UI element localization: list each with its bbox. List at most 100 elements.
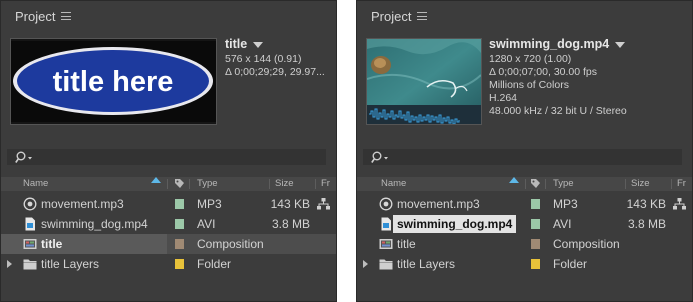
- column-header-frame-rate[interactable]: Fr: [321, 177, 330, 191]
- item-name: title Layers: [397, 257, 456, 271]
- video-file-icon: [381, 217, 391, 231]
- column-divider[interactable]: [167, 179, 168, 189]
- search-icon[interactable]: [371, 150, 393, 164]
- panel-title[interactable]: Project: [371, 9, 411, 24]
- dependency-flowchart-icon[interactable]: [317, 198, 330, 210]
- video-file-icon: [25, 217, 35, 231]
- label-color-swatch[interactable]: [175, 219, 184, 229]
- info-dimensions: 1280 x 720 (1.00): [489, 53, 572, 65]
- project-panel-right: Project swimming_dog.mp4 1280 x 720 (1.0…: [356, 0, 693, 302]
- column-header-name[interactable]: Name: [381, 177, 406, 191]
- column-divider[interactable]: [315, 179, 316, 189]
- selected-item-name[interactable]: title: [225, 37, 332, 52]
- item-type: Folder: [197, 257, 232, 271]
- label-color-swatch[interactable]: [531, 239, 540, 249]
- audio-file-icon: [379, 197, 393, 211]
- column-divider[interactable]: [269, 179, 270, 189]
- list-item[interactable]: title Layers Folder: [1, 254, 336, 274]
- column-header-name[interactable]: Name: [23, 177, 48, 191]
- panel-menu-icon[interactable]: [61, 12, 71, 20]
- column-header-frame-rate[interactable]: Fr: [677, 177, 686, 191]
- list-item[interactable]: movement.mp3 MP3 143 KB: [1, 194, 336, 214]
- item-type: MP3: [197, 197, 222, 211]
- item-size: 3.8 MB: [627, 217, 666, 231]
- info-color-depth: Millions of Colors: [489, 79, 569, 91]
- label-color-swatch[interactable]: [531, 259, 540, 269]
- column-divider[interactable]: [625, 179, 626, 189]
- list-item-selected[interactable]: title Composition: [1, 234, 336, 254]
- item-type: Folder: [553, 257, 588, 271]
- item-name: title: [41, 237, 63, 251]
- item-type: AVI: [553, 217, 572, 231]
- info-duration: Δ 0;00;07;00, 30.00 fps: [489, 66, 598, 78]
- preview-thumbnail: title here: [10, 38, 217, 125]
- column-header-size[interactable]: Size: [631, 177, 649, 191]
- column-divider[interactable]: [545, 179, 546, 189]
- info-dimensions: 576 x 144 (0.91): [225, 53, 302, 65]
- preview-thumbnail: [366, 38, 482, 125]
- label-tag-icon[interactable]: [531, 179, 540, 189]
- list-item[interactable]: title Composition: [357, 234, 692, 254]
- selected-item-name-text: swimming_dog.mp4: [489, 37, 610, 51]
- info-duration: Δ 0;00;29;29, 29.97...: [225, 66, 325, 78]
- project-item-list: movement.mp3 MP3 143 KB swimming_dog.mp4…: [357, 194, 692, 274]
- item-name: title Layers: [41, 257, 100, 271]
- column-header-type[interactable]: Type: [197, 177, 218, 191]
- label-color-swatch[interactable]: [531, 199, 540, 209]
- label-color-swatch[interactable]: [531, 219, 540, 229]
- folder-icon: [23, 259, 37, 270]
- label-color-swatch[interactable]: [175, 259, 184, 269]
- list-item[interactable]: swimming_dog.mp4 AVI 3.8 MB: [1, 214, 336, 234]
- item-size: 143 KB: [270, 197, 310, 211]
- search-input[interactable]: [7, 149, 326, 165]
- expand-arrow-icon[interactable]: [363, 260, 368, 268]
- panel-title[interactable]: Project: [15, 9, 55, 24]
- item-name: movement.mp3: [397, 197, 480, 211]
- selected-item-name-text: title: [225, 37, 248, 51]
- composition-icon: [23, 239, 37, 249]
- item-size: 3.8 MB: [271, 217, 310, 231]
- file-info: swimming_dog.mp4 1280 x 720 (1.00) Δ 0;0…: [489, 37, 688, 118]
- panel-menu-icon[interactable]: [417, 12, 427, 20]
- composition-icon: [379, 239, 393, 249]
- column-header-row: Name Type Size Fr: [357, 177, 692, 191]
- title-card-text: title here: [53, 66, 174, 98]
- item-name-editing[interactable]: swimming_dog.mp4: [393, 215, 517, 233]
- label-color-swatch[interactable]: [175, 239, 184, 249]
- list-item-selected[interactable]: swimming_dog.mp4 AVI 3.8 MB: [357, 214, 692, 234]
- item-name: movement.mp3: [41, 197, 124, 211]
- label-tag-icon[interactable]: [175, 179, 184, 189]
- item-type: AVI: [197, 217, 216, 231]
- expand-arrow-icon[interactable]: [7, 260, 12, 268]
- column-divider[interactable]: [525, 179, 526, 189]
- dropdown-arrow-icon[interactable]: [615, 41, 626, 48]
- panel-header: Project: [357, 1, 692, 31]
- item-type: Composition: [553, 237, 620, 251]
- audio-file-icon: [23, 197, 37, 211]
- panel-header: Project: [1, 1, 336, 31]
- label-color-swatch[interactable]: [175, 199, 184, 209]
- selected-item-name[interactable]: swimming_dog.mp4: [489, 37, 688, 52]
- column-header-row: Name Type Size Fr: [1, 177, 336, 191]
- column-divider[interactable]: [189, 179, 190, 189]
- folder-icon: [379, 259, 393, 270]
- file-info: title 576 x 144 (0.91) Δ 0;00;29;29, 29.…: [225, 37, 332, 79]
- item-type: Composition: [197, 237, 264, 251]
- title-card-preview: title here: [11, 39, 216, 124]
- dropdown-arrow-icon[interactable]: [253, 41, 264, 48]
- sort-ascending-icon[interactable]: [151, 177, 161, 183]
- column-header-type[interactable]: Type: [553, 177, 574, 191]
- item-name: swimming_dog.mp4: [41, 217, 148, 231]
- project-item-list: movement.mp3 MP3 143 KB swimming_dog.mp4…: [1, 194, 336, 274]
- column-header-size[interactable]: Size: [275, 177, 293, 191]
- info-codec: H.264: [489, 92, 518, 104]
- list-item[interactable]: movement.mp3 MP3 143 KB: [357, 194, 692, 214]
- search-icon[interactable]: [15, 150, 37, 164]
- list-item[interactable]: title Layers Folder: [357, 254, 692, 274]
- dependency-flowchart-icon[interactable]: [673, 198, 686, 210]
- sort-ascending-icon[interactable]: [509, 177, 519, 183]
- project-panel-left: Project title here title 576 x 144 (0.91…: [0, 0, 337, 302]
- info-audio: 48.000 kHz / 32 bit U / Stereo: [489, 105, 627, 117]
- search-input[interactable]: [363, 149, 682, 165]
- column-divider[interactable]: [671, 179, 672, 189]
